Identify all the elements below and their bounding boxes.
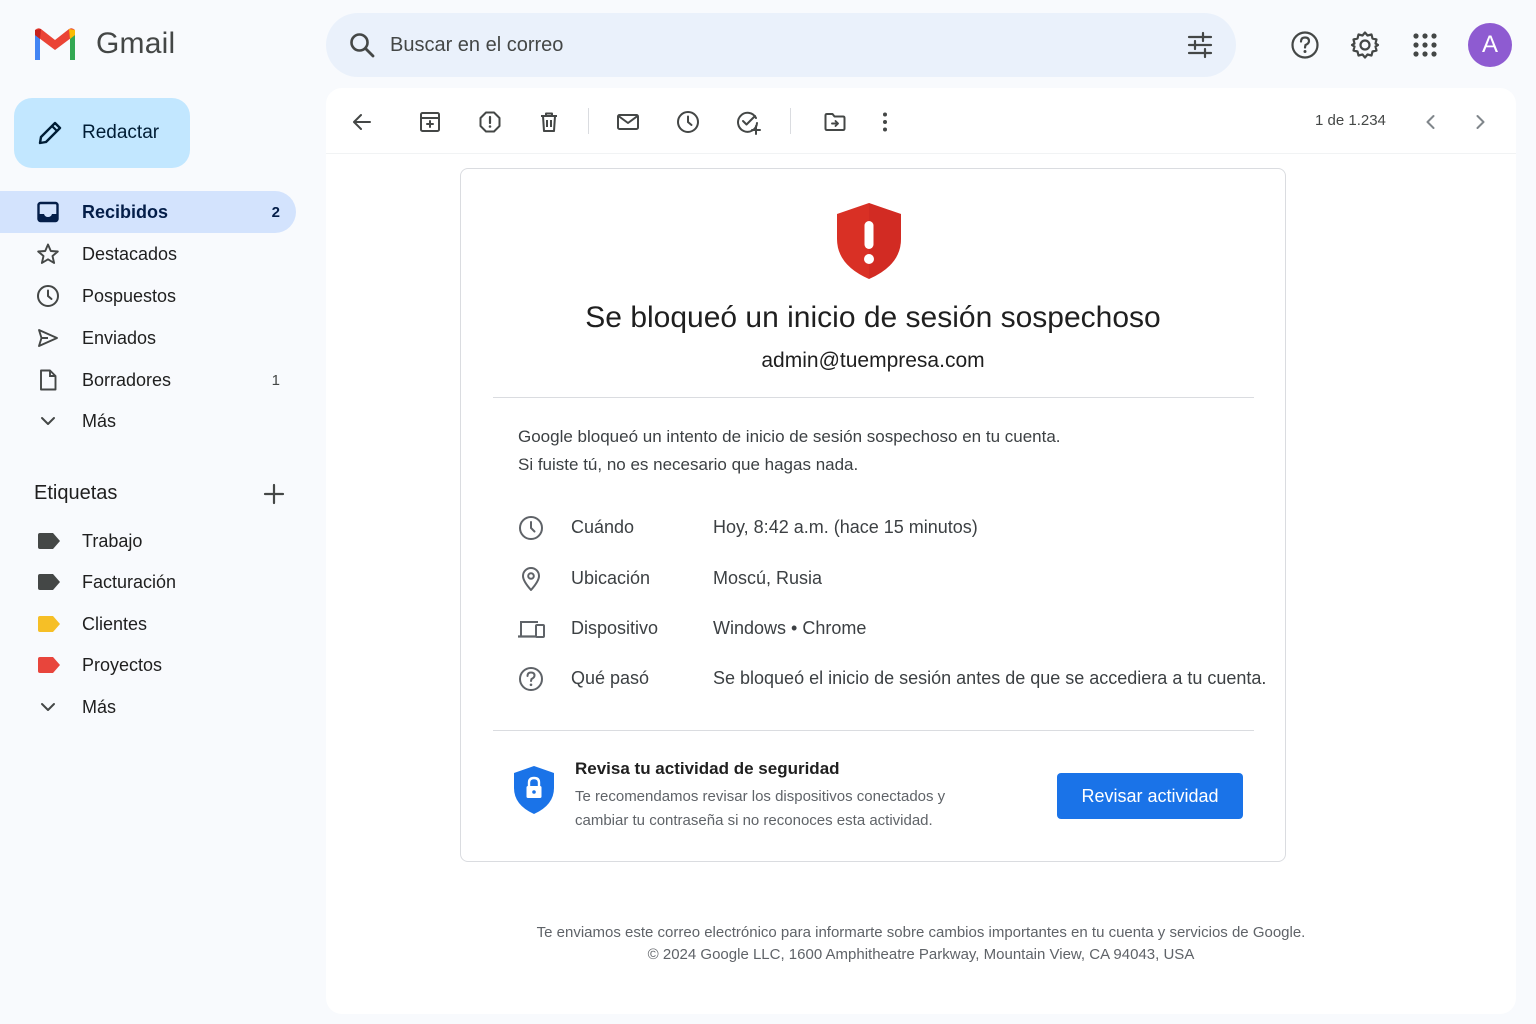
- divider: [493, 730, 1254, 731]
- label-name: Clientes: [82, 613, 148, 634]
- report-spam-icon[interactable]: [477, 109, 503, 135]
- sidebar-item-label: Destacados: [82, 243, 178, 264]
- chevron-right-icon[interactable]: [1467, 109, 1493, 135]
- add-task-icon[interactable]: [735, 109, 761, 135]
- compose-button[interactable]: Redactar: [14, 98, 190, 168]
- unread-count: 2: [271, 203, 280, 221]
- toolbar-separator: [588, 108, 589, 134]
- search-input[interactable]: [390, 13, 1150, 77]
- sidebar-item-label: Recibidos: [82, 201, 169, 222]
- security-alert-card: Se bloqueó un inicio de sesión sospechos…: [460, 168, 1286, 862]
- account-email: admin@tuempresa.com: [761, 349, 985, 372]
- detail-label: Cuándo: [571, 517, 635, 537]
- chevron-down-icon: [36, 409, 60, 433]
- draft-icon: [36, 368, 60, 392]
- detail-label: Dispositivo: [571, 618, 659, 638]
- intro-text: Si fuiste tú, no es necesario que hagas …: [518, 455, 859, 474]
- delete-icon[interactable]: [536, 109, 562, 135]
- sidebar-item-label: Enviados: [82, 327, 157, 348]
- label-item-trabajo[interactable]: Trabajo: [0, 520, 296, 562]
- sidebar-item-snoozed[interactable]: Pospuestos: [0, 275, 296, 317]
- label-item-clientes[interactable]: Clientes: [0, 603, 296, 645]
- account-avatar[interactable]: A: [1468, 23, 1512, 67]
- label-item-facturacion[interactable]: Facturación: [0, 561, 296, 603]
- sidebar-item-label: Más: [82, 410, 117, 431]
- divider: [493, 397, 1254, 398]
- label-tag-icon: [38, 657, 60, 673]
- sidebar-item-label: Borradores: [82, 369, 172, 390]
- footer-address: © 2024 Google LLC, 1600 Amphitheatre Par…: [647, 946, 1195, 963]
- labels-more[interactable]: Más: [0, 686, 296, 728]
- message-pane: 1 de 1.234 Se bloqueó un inicio de sesió…: [326, 88, 1516, 1014]
- message-toolbar: 1 de 1.234: [326, 88, 1516, 154]
- alert-shield-icon: [835, 201, 903, 281]
- clock-icon: [518, 515, 544, 541]
- send-icon: [36, 326, 60, 350]
- search-icon[interactable]: [348, 31, 376, 59]
- review-text: Te recomendamos revisar los dispositivos…: [575, 788, 946, 805]
- detail-value: Moscú, Rusia: [713, 568, 823, 588]
- search-bar: [326, 13, 1236, 77]
- settings-icon[interactable]: [1346, 26, 1384, 64]
- label-name: Más: [82, 696, 117, 717]
- move-to-icon[interactable]: [822, 109, 848, 135]
- gmail-logo[interactable]: Gmail: [32, 26, 175, 62]
- label-tag-icon: [38, 574, 60, 590]
- label-name: Facturación: [82, 571, 177, 592]
- label-name: Trabajo: [82, 530, 143, 551]
- label-item-proyectos[interactable]: Proyectos: [0, 644, 296, 686]
- more-vert-icon[interactable]: [872, 109, 898, 135]
- review-text: cambiar tu contraseña si no reconoces es…: [575, 812, 933, 829]
- detail-value: Hoy, 8:42 a.m. (hace 15 minutos): [713, 517, 978, 537]
- location-pin-icon: [518, 566, 544, 592]
- review-title: Revisa tu actividad de seguridad: [575, 759, 840, 778]
- detail-label: Ubicación: [571, 568, 651, 588]
- alert-title: Se bloqueó un inicio de sesión sospechos…: [585, 301, 1161, 334]
- app-name: Gmail: [96, 27, 176, 60]
- toolbar-separator: [790, 108, 791, 134]
- sidebar-item-more[interactable]: Más: [0, 400, 296, 442]
- archive-icon[interactable]: [417, 109, 443, 135]
- sidebar-item-inbox[interactable]: Recibidos 2: [0, 191, 296, 233]
- add-label-icon[interactable]: [262, 482, 286, 506]
- label-tag-icon: [38, 533, 60, 549]
- pagination-text: 1 de 1.234: [1315, 112, 1386, 129]
- clock-icon: [36, 284, 60, 308]
- help-circle-icon: [518, 666, 544, 692]
- detail-value: Se bloqueó el inicio de sesión antes de …: [713, 668, 1267, 688]
- sidebar-item-label: Pospuestos: [82, 285, 177, 306]
- security-lock-icon: [513, 765, 555, 815]
- draft-count: 1: [271, 371, 280, 389]
- chevron-down-icon: [36, 695, 60, 719]
- compose-label: Redactar: [82, 122, 160, 143]
- devices-icon: [518, 616, 545, 642]
- footer-text: Te enviamos este correo electrónico para…: [536, 924, 1306, 941]
- gmail-m-icon: [32, 26, 78, 62]
- mark-unread-icon[interactable]: [615, 109, 641, 135]
- inbox-icon: [36, 200, 60, 224]
- apps-icon[interactable]: [1406, 26, 1444, 64]
- intro-text: Google bloqueó un intento de inicio de s…: [518, 427, 1061, 446]
- search-options-icon[interactable]: [1186, 31, 1214, 59]
- star-icon: [36, 242, 60, 266]
- label-name: Proyectos: [82, 654, 163, 675]
- sidebar-item-starred[interactable]: Destacados: [0, 233, 296, 275]
- detail-label: Qué pasó: [571, 668, 650, 688]
- sidebar-item-drafts[interactable]: Borradores 1: [0, 359, 296, 401]
- label-tag-icon: [38, 616, 60, 632]
- labels-heading: Etiquetas: [34, 482, 118, 504]
- help-icon[interactable]: [1286, 26, 1324, 64]
- detail-value: Windows • Chrome: [713, 618, 867, 638]
- back-arrow-icon[interactable]: [349, 109, 375, 135]
- pencil-icon: [36, 119, 64, 147]
- snooze-icon[interactable]: [675, 109, 701, 135]
- chevron-left-icon[interactable]: [1418, 109, 1444, 135]
- sidebar-item-sent[interactable]: Enviados: [0, 317, 296, 359]
- review-activity-button[interactable]: Revisar actividad: [1057, 773, 1243, 819]
